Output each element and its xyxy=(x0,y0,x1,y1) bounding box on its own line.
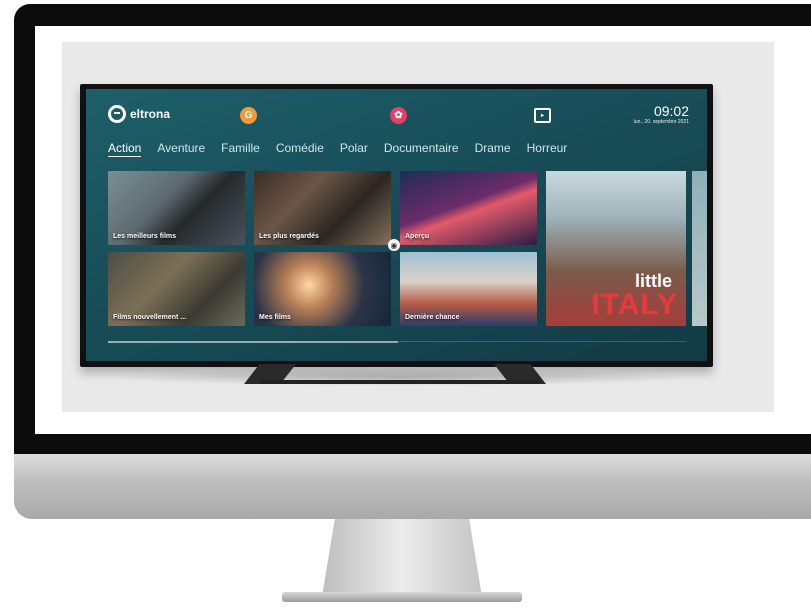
tile-label: Mes films xyxy=(259,314,291,321)
tab-aventure[interactable]: Aventure xyxy=(157,141,205,157)
clock-date: lun., 20. septembre 2021 xyxy=(633,119,689,125)
clock: 09:02 lun., 20. septembre 2021 xyxy=(634,103,689,125)
tab-drame[interactable]: Drame xyxy=(475,141,511,157)
tile-label: Les plus regardés xyxy=(259,233,319,240)
tab-horreur[interactable]: Horreur xyxy=(527,141,568,157)
tile-new-films[interactable]: Films nouvellement ... xyxy=(108,252,245,326)
tv-stand-bar xyxy=(260,380,540,384)
next-poster-edge[interactable] xyxy=(692,171,707,326)
brand-logo[interactable]: eltrona xyxy=(108,105,170,123)
clock-time: 09:02 xyxy=(653,103,689,119)
settings-icon[interactable]: ✿ xyxy=(390,107,407,124)
television: eltrona G ✿ ▸ 09:02 lun., 20. septembre … xyxy=(80,84,713,367)
google-assistant-icon[interactable]: G xyxy=(240,107,257,124)
featured-poster[interactable]: little ITALY xyxy=(546,171,686,326)
tab-documentaire[interactable]: Documentaire xyxy=(384,141,459,157)
broadcast-icon: ◉ xyxy=(388,239,400,251)
tab-polar[interactable]: Polar xyxy=(340,141,368,157)
monitor-chin xyxy=(14,454,811,519)
monitor-stand-neck xyxy=(322,519,482,597)
tab-famille[interactable]: Famille xyxy=(221,141,260,157)
tile-label: Dernière chance xyxy=(405,314,460,321)
brand-name: eltrona xyxy=(130,107,171,121)
tile-label: Les meilleurs films xyxy=(113,233,177,240)
tile-most-watched[interactable]: Les plus regardés xyxy=(254,171,391,245)
category-tabs: Action Aventure Famille Comédie Polar Do… xyxy=(108,141,567,157)
tile-preview[interactable]: Aperçu xyxy=(400,171,537,245)
scroll-track xyxy=(398,341,686,342)
scroll-progress xyxy=(108,341,398,343)
monitor-stand-foot xyxy=(282,592,522,602)
tile-my-films[interactable]: Mes films xyxy=(254,252,391,326)
eltrona-logo-icon xyxy=(108,105,126,123)
tv-screen: eltrona G ✿ ▸ 09:02 lun., 20. septembre … xyxy=(86,89,707,361)
tile-last-chance[interactable]: Dernière chance xyxy=(400,252,537,326)
tile-label: Aperçu xyxy=(405,233,430,240)
input-source-icon[interactable]: ▸ xyxy=(534,108,551,123)
tile-best-films[interactable]: Les meilleurs films xyxy=(108,171,245,245)
poster-title-bottom: ITALY xyxy=(591,288,678,321)
tab-action[interactable]: Action xyxy=(108,141,142,157)
tab-comedie[interactable]: Comédie xyxy=(276,141,324,157)
tile-label: Films nouvellement ... xyxy=(113,314,187,321)
